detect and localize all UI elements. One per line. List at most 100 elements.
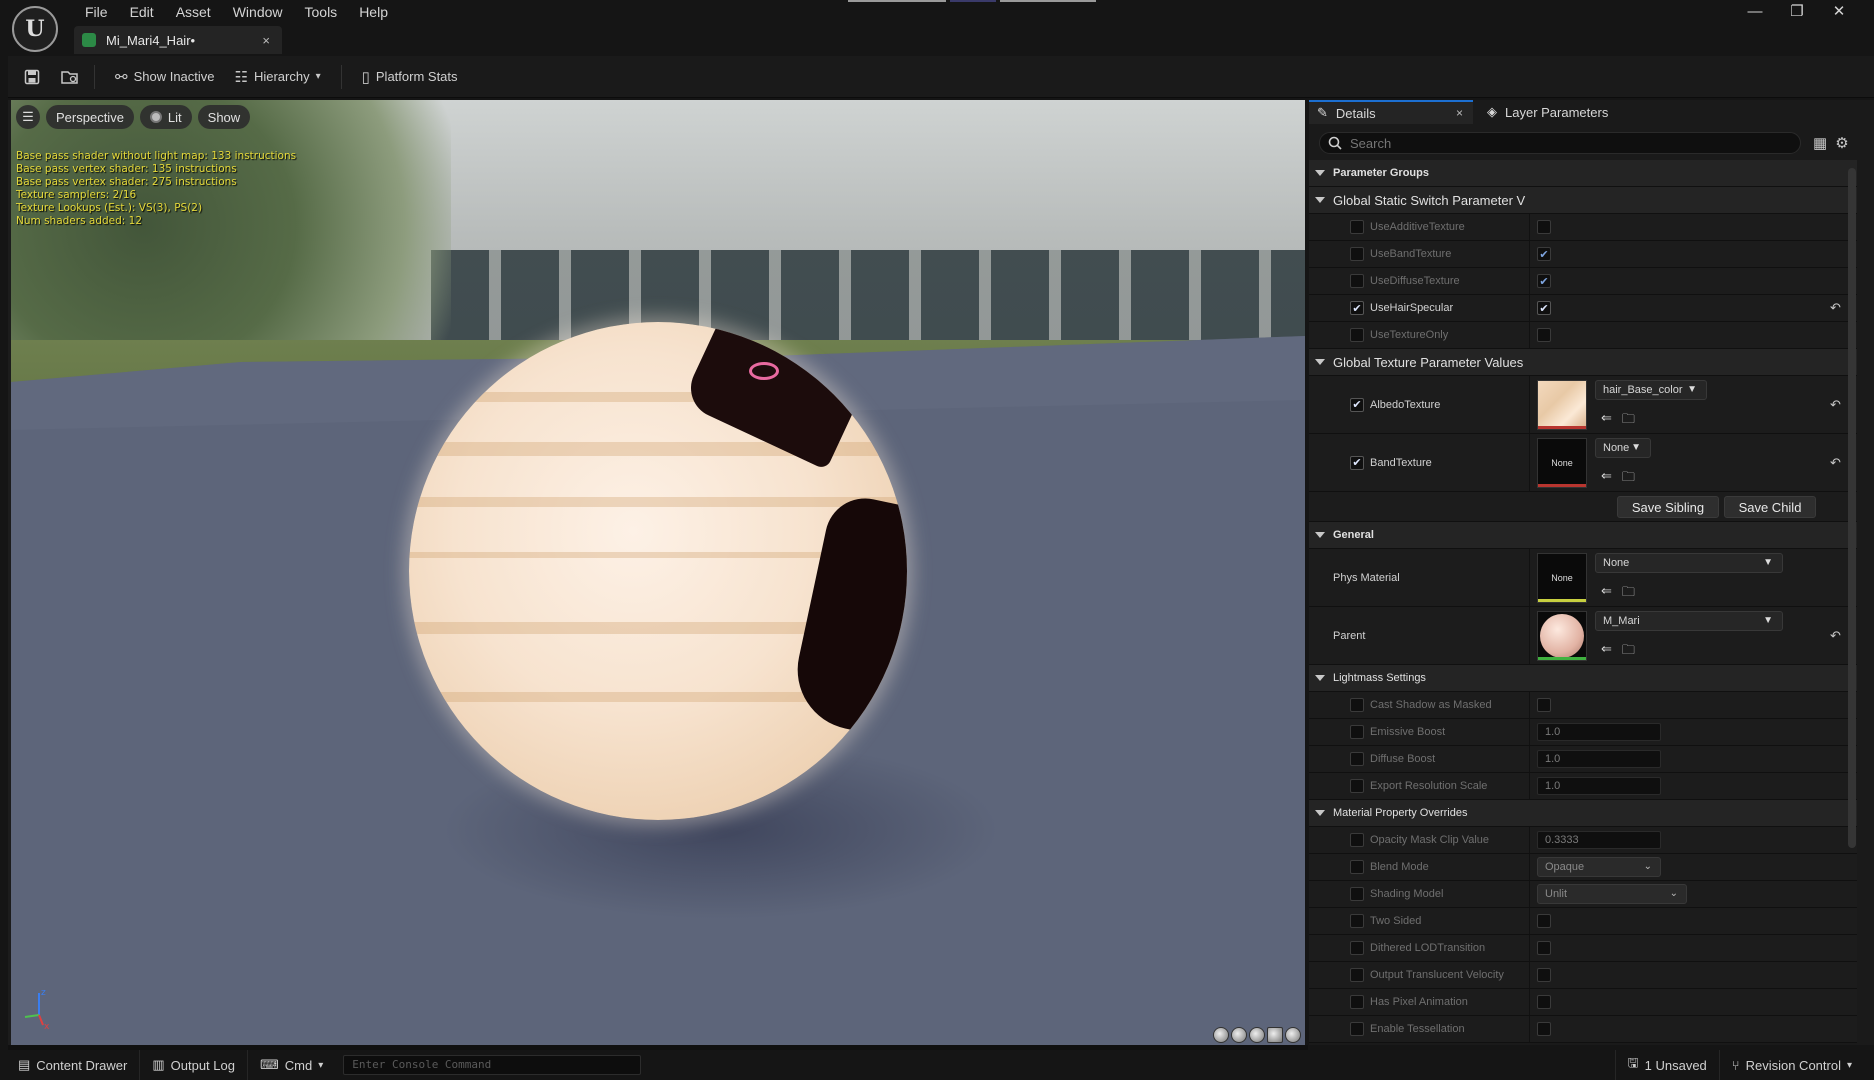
browse-asset-icon[interactable]: 🗀 (1622, 641, 1635, 663)
table-view-icon[interactable]: ▦ (1813, 134, 1827, 152)
override-checkbox[interactable] (1350, 328, 1364, 342)
asset-dropdown[interactable]: None ▼ (1595, 553, 1783, 573)
diffuse-boost-field[interactable]: 1.0 (1537, 750, 1661, 768)
override-checkbox[interactable] (1350, 698, 1364, 712)
value-checkbox[interactable] (1537, 328, 1551, 342)
override-checkbox[interactable] (1350, 752, 1364, 766)
reset-to-default-icon[interactable]: ↶ (1830, 455, 1841, 471)
asset-dropdown[interactable]: M_Mari ▼ (1595, 611, 1783, 631)
tab-layer-parameters[interactable]: ◈ Layer Parameters (1473, 100, 1673, 124)
browse-asset-icon[interactable]: 🗀 (1622, 583, 1635, 605)
override-checkbox[interactable] (1350, 833, 1364, 847)
override-checkbox[interactable] (1350, 968, 1364, 982)
override-checkbox[interactable] (1350, 220, 1364, 234)
value-checkbox[interactable] (1537, 220, 1551, 234)
material-preview-viewport[interactable]: ☰ Perspective Lit Show Base pass shader … (11, 100, 1305, 1045)
search-input[interactable] (1350, 135, 1790, 151)
reset-to-default-icon[interactable]: ↶ (1830, 300, 1841, 316)
value-checkbox[interactable] (1537, 698, 1551, 712)
asset-dropdown[interactable]: hair_Base_color ▼ (1595, 380, 1707, 400)
asset-dropdown[interactable]: None ▼ (1595, 438, 1651, 458)
value-checkbox[interactable]: ✔ (1537, 247, 1551, 261)
save-sibling-button[interactable]: Save Sibling (1617, 496, 1719, 518)
console-input[interactable]: Enter Console Command (343, 1055, 642, 1075)
override-checkbox[interactable] (1350, 995, 1364, 1009)
category-general[interactable]: General (1309, 522, 1857, 549)
value-checkbox[interactable] (1537, 968, 1551, 982)
browse-content-icon[interactable] (56, 63, 84, 91)
override-checkbox[interactable] (1350, 247, 1364, 261)
unreal-logo-icon[interactable]: U (12, 6, 58, 52)
use-selected-icon[interactable]: ⇐ (1601, 583, 1612, 605)
menu-edit[interactable]: Edit (119, 3, 165, 21)
title-drag-region[interactable] (848, 0, 1096, 2)
menu-help[interactable]: Help (348, 3, 399, 21)
save-child-button[interactable]: Save Child (1724, 496, 1816, 518)
show-inactive-button[interactable]: ⚯ Show Inactive (105, 62, 225, 92)
perspective-button[interactable]: Perspective (46, 105, 134, 129)
close-window-button[interactable]: ✕ (1818, 2, 1860, 22)
use-selected-icon[interactable]: ⇐ (1601, 641, 1612, 663)
viewport-menu-button[interactable]: ☰ (16, 105, 40, 129)
override-checkbox[interactable] (1350, 779, 1364, 793)
show-button[interactable]: Show (197, 105, 251, 129)
menu-file[interactable]: File (74, 3, 119, 21)
menu-window[interactable]: Window (222, 3, 294, 21)
browse-asset-icon[interactable]: 🗀 (1622, 410, 1635, 432)
band-thumbnail[interactable]: None (1537, 438, 1587, 488)
override-checkbox[interactable] (1350, 860, 1364, 874)
category-lightmass[interactable]: Lightmass Settings (1309, 665, 1857, 692)
search-field[interactable] (1319, 132, 1801, 154)
value-checkbox[interactable] (1537, 914, 1551, 928)
use-selected-icon[interactable]: ⇐ (1601, 468, 1612, 490)
override-checkbox[interactable]: ✔ (1350, 301, 1364, 315)
value-checkbox[interactable] (1537, 995, 1551, 1009)
custom-mesh-preview-icon[interactable] (1285, 1027, 1301, 1043)
use-selected-icon[interactable]: ⇐ (1601, 410, 1612, 432)
albedo-thumbnail[interactable] (1537, 380, 1587, 430)
plane-preview-icon[interactable] (1249, 1027, 1265, 1043)
cube-preview-icon[interactable] (1267, 1027, 1283, 1043)
menu-asset[interactable]: Asset (165, 3, 222, 21)
override-checkbox[interactable] (1350, 274, 1364, 288)
override-checkbox[interactable] (1350, 725, 1364, 739)
override-checkbox[interactable] (1350, 1022, 1364, 1036)
platform-stats-button[interactable]: ▯ Platform Stats (352, 62, 468, 92)
reset-to-default-icon[interactable]: ↶ (1830, 397, 1841, 413)
cylinder-preview-icon[interactable] (1213, 1027, 1229, 1043)
category-material-overrides[interactable]: Material Property Overrides (1309, 800, 1857, 827)
shading-model-dropdown[interactable]: Unlit ⌄ (1537, 884, 1687, 904)
override-checkbox[interactable] (1350, 887, 1364, 901)
gear-icon[interactable]: ⚙ (1835, 134, 1848, 152)
value-checkbox[interactable] (1537, 941, 1551, 955)
minimize-button[interactable]: — (1734, 2, 1776, 22)
override-checkbox[interactable] (1350, 914, 1364, 928)
lit-button[interactable]: Lit (139, 105, 192, 129)
value-checkbox[interactable] (1537, 1022, 1551, 1036)
category-static-switch[interactable]: Global Static Switch Parameter V (1309, 187, 1857, 214)
hierarchy-button[interactable]: ☷ Hierarchy ▾ (225, 62, 331, 92)
content-drawer-button[interactable]: ▤ Content Drawer (0, 1050, 141, 1080)
value-checkbox[interactable]: ✔ (1537, 274, 1551, 288)
parent-thumbnail[interactable] (1537, 611, 1587, 661)
close-tab-icon[interactable]: × (262, 33, 270, 48)
save-icon[interactable] (18, 63, 46, 91)
output-log-button[interactable]: ▥ Output Log (140, 1050, 248, 1080)
export-resolution-field[interactable]: 1.0 (1537, 777, 1661, 795)
opacity-clip-field[interactable]: 0.3333 (1537, 831, 1661, 849)
override-checkbox[interactable]: ✔ (1350, 455, 1364, 470)
override-checkbox[interactable] (1350, 941, 1364, 955)
phys-material-thumbnail[interactable]: None (1537, 553, 1587, 603)
sphere-preview-icon[interactable] (1231, 1027, 1247, 1043)
category-parameter-groups[interactable]: Parameter Groups (1309, 160, 1857, 187)
menu-tools[interactable]: Tools (294, 3, 349, 21)
category-texture-params[interactable]: Global Texture Parameter Values (1309, 349, 1857, 376)
reset-to-default-icon[interactable]: ↶ (1830, 628, 1841, 644)
close-tab-icon[interactable]: × (1456, 106, 1463, 120)
value-checkbox[interactable]: ✔ (1537, 301, 1551, 315)
browse-asset-icon[interactable]: 🗀 (1622, 468, 1635, 490)
tab-details[interactable]: ✎ Details × (1309, 100, 1473, 124)
unsaved-button[interactable]: 🖫 1 Unsaved (1614, 1050, 1719, 1080)
blend-mode-dropdown[interactable]: Opaque ⌄ (1537, 857, 1661, 877)
cmd-dropdown[interactable]: ⌨ Cmd ▾ (248, 1050, 335, 1080)
